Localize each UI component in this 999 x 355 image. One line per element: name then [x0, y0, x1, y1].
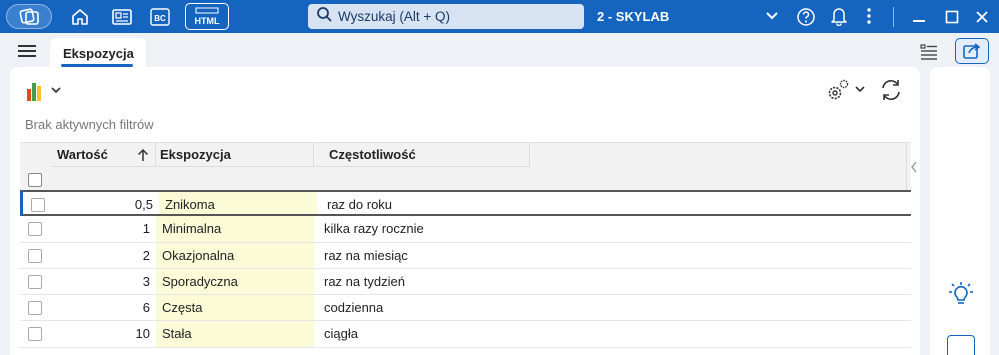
table-row[interactable]: 2 Okazjonalna raz na miesiąc	[20, 242, 911, 269]
bc-label: BC	[154, 14, 166, 23]
tab-label: Ekspozycja	[63, 46, 134, 61]
toolbar-divider	[893, 7, 894, 27]
column-header-czestotliwosc[interactable]: Częstotliwość	[314, 143, 530, 167]
gears-icon[interactable]	[825, 77, 869, 103]
bc-button[interactable]: BC	[148, 6, 172, 28]
top-bar: BC HTML Wyszukaj (Alt + Q) 2 - SKYLAB	[0, 0, 999, 33]
refresh-icon[interactable]	[878, 77, 904, 103]
chevron-down-icon[interactable]	[764, 6, 780, 26]
table-row[interactable]: 10 Stała ciągła	[20, 321, 911, 348]
more-vertical-icon[interactable]	[858, 5, 880, 27]
table-row[interactable]: 3 Sporadyczna raz na tydzień	[20, 268, 911, 296]
chevron-left-icon[interactable]	[906, 143, 920, 191]
share-icon[interactable]	[955, 38, 989, 64]
lightbulb-icon[interactable]	[946, 280, 976, 310]
cell-czestotliwosc: codzienna	[324, 300, 384, 316]
maximize-icon[interactable]	[939, 5, 965, 29]
select-all-checkbox[interactable]	[28, 173, 42, 187]
cell-wartosc: 0,5	[134, 197, 153, 212]
cell-ekspozycja: Okazjonalna	[156, 242, 314, 268]
cell-wartosc: 2	[142, 247, 150, 263]
table-row[interactable]: 1 Minimalna kilka razy rocznie	[20, 216, 911, 243]
cell-ekspozycja: Znikoma	[159, 192, 317, 215]
row-checkbox[interactable]	[28, 274, 42, 289]
column-header-ekspozycja[interactable]: Ekspozycja	[156, 143, 314, 167]
cell-wartosc: 3	[142, 273, 150, 289]
app-logo-icon[interactable]	[6, 4, 52, 29]
grid-rows: 0,5 Znikoma raz do roku 1 Minimalna kilk…	[20, 190, 911, 348]
cell-czestotliwosc: kilka razy rocznie	[324, 221, 424, 237]
data-grid: Wartość Ekspozycja Częstotliwość 0,5 Zni…	[20, 142, 917, 355]
minimize-icon[interactable]	[906, 5, 932, 29]
cell-czestotliwosc: raz do roku	[327, 197, 393, 212]
cell-wartosc: 10	[135, 326, 150, 342]
sort-arrow-up-icon[interactable]	[136, 148, 150, 162]
close-icon[interactable]	[969, 5, 995, 29]
menu-icon[interactable]	[17, 44, 37, 58]
search-box[interactable]: Wyszukaj (Alt + Q)	[308, 4, 584, 29]
cell-ekspozycja: Stała	[156, 321, 314, 347]
main-panel: Brak aktywnych filtrów Wartość Ekspozycj…	[10, 67, 920, 355]
row-checkbox[interactable]	[31, 198, 45, 212]
side-card-icon[interactable]	[947, 335, 975, 355]
cell-czestotliwosc: raz na miesiąc	[324, 247, 408, 263]
table-row[interactable]: 0,5 Znikoma raz do roku	[20, 190, 911, 217]
grid-header: Wartość Ekspozycja Częstotliwość	[20, 142, 917, 191]
cell-czestotliwosc: ciągła	[324, 326, 358, 342]
home-icon[interactable]	[66, 5, 94, 29]
html-button[interactable]: HTML	[185, 3, 229, 30]
side-panel	[930, 67, 990, 355]
search-placeholder: Wyszukaj (Alt + Q)	[338, 9, 451, 24]
chart-menu-button[interactable]	[24, 79, 64, 103]
help-icon[interactable]	[795, 6, 817, 28]
cell-czestotliwosc: raz na tydzień	[324, 273, 405, 289]
row-checkbox[interactable]	[28, 327, 42, 342]
bar-chart-icon	[27, 89, 31, 101]
html-label: HTML	[195, 16, 220, 26]
cell-ekspozycja: Minimalna	[156, 216, 314, 242]
tab-strip: Ekspozycja	[0, 33, 999, 67]
cell-ekspozycja: Częsta	[156, 295, 314, 321]
table-row[interactable]: 6 Częsta codzienna	[20, 295, 911, 322]
cell-wartosc: 6	[142, 300, 150, 316]
cell-wartosc: 1	[142, 221, 150, 237]
list-view-icon[interactable]	[918, 41, 940, 61]
bell-icon[interactable]	[828, 5, 850, 27]
document-icon[interactable]	[108, 5, 136, 29]
search-icon	[316, 6, 332, 27]
company-selector[interactable]: 2 - SKYLAB	[597, 0, 669, 33]
tab-ekspozycja[interactable]: Ekspozycja	[50, 38, 146, 67]
active-filters-text: Brak aktywnych filtrów	[25, 117, 154, 132]
row-checkbox[interactable]	[28, 301, 42, 316]
cell-ekspozycja: Sporadyczna	[156, 268, 314, 295]
row-checkbox[interactable]	[28, 248, 42, 263]
row-checkbox[interactable]	[28, 222, 42, 237]
